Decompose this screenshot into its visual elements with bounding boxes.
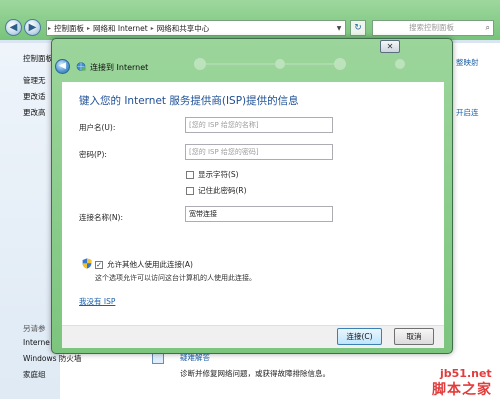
see-also-internet-options[interactable]: Interne: [23, 338, 50, 347]
connect-button[interactable]: 连接(C): [337, 328, 382, 345]
uac-shield-icon: [82, 258, 92, 269]
refresh-button[interactable]: ↻: [350, 20, 366, 36]
breadcrumb-network-internet[interactable]: 网络和 Internet: [91, 23, 150, 34]
troubleshoot-description: 诊断并修复网络问题，或获得故障排除信息。: [180, 369, 330, 378]
show-chars-option[interactable]: 显示字符(S): [186, 169, 239, 180]
breadcrumb-network-sharing-center[interactable]: 网络和共享中心: [155, 23, 212, 34]
remember-password-option[interactable]: 记住此密码(R): [186, 185, 247, 196]
watermark-site-name: 脚本之家: [432, 382, 492, 398]
forward-button[interactable]: ▶: [24, 19, 41, 36]
dialog-back-button[interactable]: ◀: [55, 59, 70, 74]
remember-password-checkbox[interactable]: [186, 186, 194, 195]
username-label: 用户名(U):: [79, 123, 116, 132]
allow-others-note: 这个选项允许可以访问这台计算机的人使用此连接。: [95, 274, 256, 282]
connection-name-value: 宽带连接: [189, 210, 217, 218]
username-input[interactable]: [您的 ISP 给您的名称]: [185, 117, 333, 133]
password-input[interactable]: [您的 ISP 给您的密码]: [185, 144, 333, 160]
connect-link[interactable]: 开启连: [456, 107, 479, 118]
network-globe-icon: [76, 62, 86, 71]
search-placeholder: 搜索控制面板: [409, 23, 454, 32]
back-button[interactable]: ◀: [5, 19, 22, 36]
forward-arrow-icon: ▶: [28, 22, 37, 33]
close-button[interactable]: ✕: [380, 40, 400, 53]
show-chars-label: 显示字符(S): [198, 170, 239, 179]
remember-password-label: 记住此密码(R): [198, 186, 247, 195]
address-dropdown-icon[interactable]: ▼: [333, 25, 345, 32]
back-arrow-icon: ◀: [9, 22, 18, 33]
password-label: 密码(P):: [79, 150, 107, 159]
dialog-heading: 键入您的 Internet 服务提供商(ISP)提供的信息: [79, 95, 299, 107]
refresh-icon: ↻: [354, 23, 362, 33]
cancel-button[interactable]: 取消: [394, 328, 434, 345]
see-also-windows-firewall[interactable]: Windows 防火墙: [23, 353, 81, 364]
address-bar[interactable]: ▸ 控制面板 ▸ 网络和 Internet ▸ 网络和共享中心 ▼: [46, 20, 346, 36]
see-also-homegroup[interactable]: 家庭组: [23, 369, 46, 380]
left-nav-item-adapter[interactable]: 更改适: [23, 91, 46, 102]
allow-others-option[interactable]: ✓ 允许其他人使用此连接(A): [95, 259, 193, 270]
allow-others-checkbox[interactable]: ✓: [95, 260, 103, 269]
search-icon: ⌕: [485, 23, 490, 32]
map-drive-link[interactable]: 整映射: [456, 57, 479, 68]
show-chars-checkbox[interactable]: [186, 170, 194, 179]
left-nav-item-manage[interactable]: 管理无: [23, 75, 46, 86]
title-bar-decoration: [194, 58, 405, 70]
close-icon: ✕: [386, 42, 394, 51]
password-placeholder: [您的 ISP 给您的密码]: [189, 148, 259, 156]
search-input[interactable]: 搜索控制面板 ⌕: [372, 20, 494, 36]
left-nav-item-advanced[interactable]: 更改高: [23, 107, 46, 118]
connection-name-input[interactable]: 宽带连接: [185, 206, 333, 222]
left-nav-item-home[interactable]: 控制面板: [23, 53, 53, 64]
back-arrow-icon: ◀: [59, 61, 66, 71]
username-placeholder: [您的 ISP 给您的名称]: [189, 121, 259, 129]
no-isp-link[interactable]: 我没有 ISP: [79, 296, 115, 307]
dialog-button-bar: [62, 325, 444, 348]
see-also-header: 另请参: [23, 324, 46, 333]
connection-name-label: 连接名称(N):: [79, 213, 123, 222]
breadcrumb-control-panel[interactable]: 控制面板: [52, 23, 86, 34]
dialog-title: 连接到 Internet: [90, 63, 149, 72]
allow-others-label: 允许其他人使用此连接(A): [107, 260, 193, 269]
